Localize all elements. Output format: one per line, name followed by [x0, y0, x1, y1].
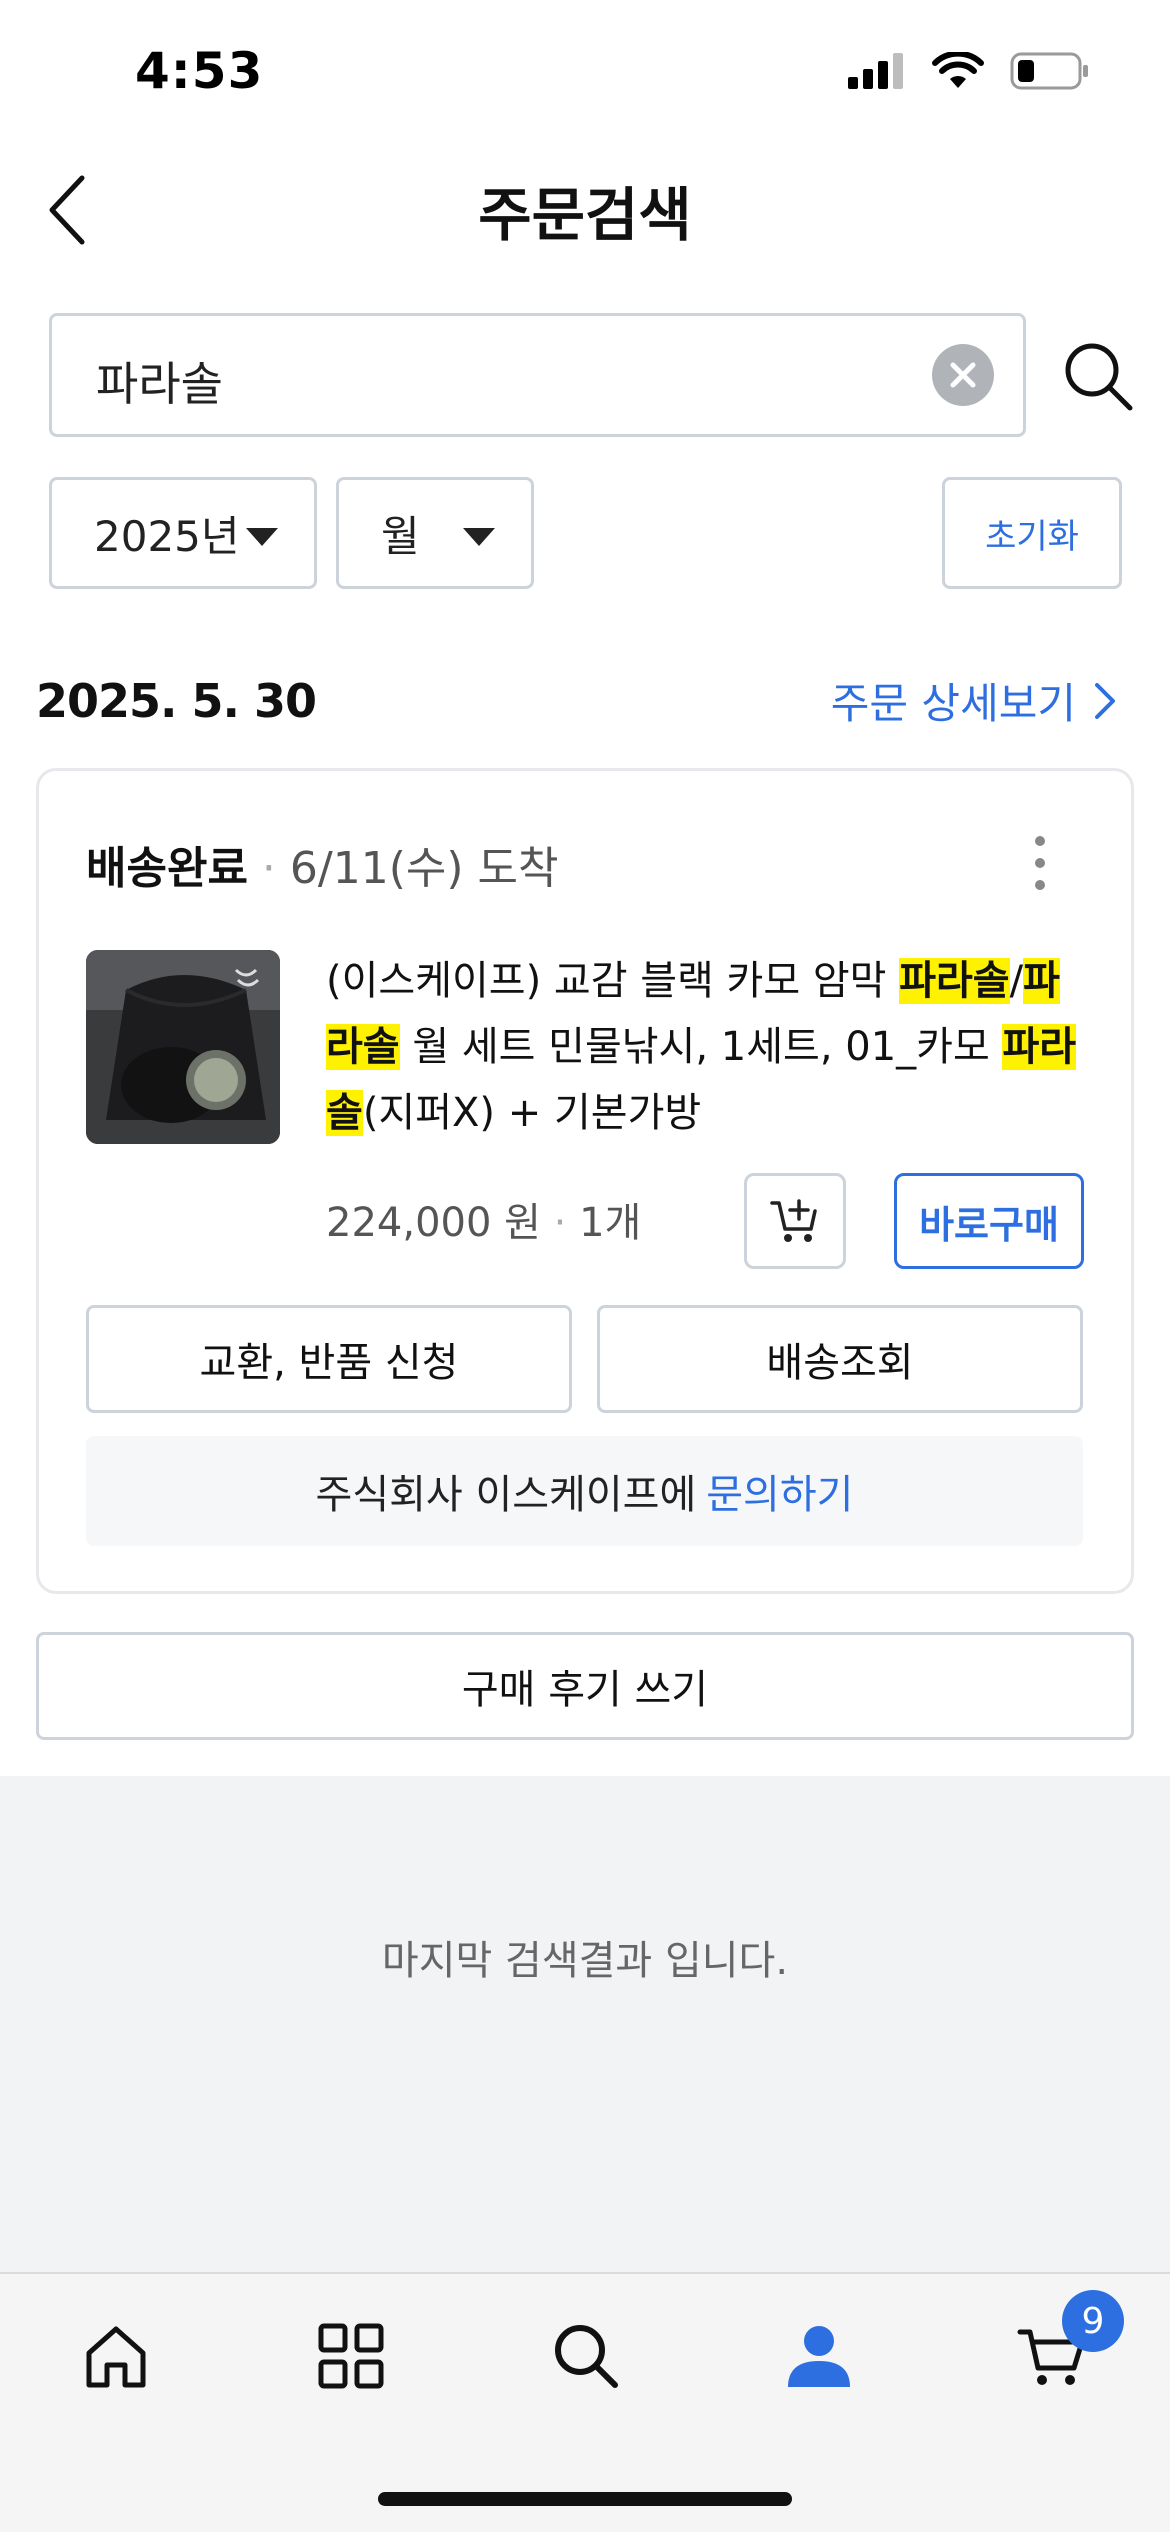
product-thumbnail[interactable]	[86, 950, 280, 1144]
buy-now-button[interactable]: 바로구매	[894, 1173, 1084, 1269]
inquiry-text: 주식회사 이스케이프에	[315, 1472, 697, 1518]
month-dropdown[interactable]: 월	[336, 477, 534, 589]
tab-search[interactable]	[546, 2316, 626, 2396]
end-of-results-message: 마지막 검색결과 입니다.	[381, 1938, 789, 1984]
year-dropdown[interactable]: 2025년	[49, 477, 317, 589]
caret-down-icon	[463, 528, 495, 546]
price-line: 224,000 원 · 1개	[326, 1190, 641, 1248]
status-time: 4:53	[135, 42, 264, 100]
search-icon	[555, 2325, 618, 2388]
separator-dot: ·	[261, 843, 276, 894]
add-to-cart-button[interactable]	[744, 1173, 846, 1269]
product-name-part: 월 세트 민물낚시, 1세트, 01_카모	[399, 1024, 1003, 1070]
close-icon	[950, 362, 976, 388]
exchange-return-button[interactable]: 교환, 반품 신청	[86, 1305, 572, 1413]
more-options-icon[interactable]	[1030, 836, 1050, 890]
grid-icon	[318, 2323, 384, 2389]
delivery-tracking-button[interactable]: 배송조회	[597, 1305, 1083, 1413]
cart-plus-icon	[770, 1199, 817, 1242]
write-review-button[interactable]: 구매 후기 쓰기	[36, 1632, 1134, 1740]
battery-icon	[1010, 52, 1088, 90]
product-name-part: /	[1009, 958, 1024, 1004]
order-date: 2025. 5. 30	[36, 674, 317, 728]
status-icons	[848, 52, 1090, 90]
tab-categories[interactable]	[311, 2316, 391, 2396]
month-value: 월	[381, 511, 420, 561]
product-quantity: 1개	[579, 1200, 642, 1246]
search-icon[interactable]	[1062, 340, 1134, 412]
seller-inquiry-box: 주식회사 이스케이프에 문의하기	[86, 1436, 1083, 1546]
chevron-right-icon	[1095, 682, 1115, 719]
product-name[interactable]: (이스케이프) 교감 블랙 카모 암막 파라솔/파라솔 월 세트 민물낚시, 1…	[326, 948, 1096, 1146]
clear-search-button[interactable]	[932, 344, 994, 406]
order-detail-link[interactable]: 주문 상세보기	[831, 670, 1116, 731]
arrival-date: 6/11(수) 도착	[289, 843, 559, 894]
product-name-highlight: 파라솔	[899, 958, 1010, 1004]
year-value: 2025년	[94, 511, 240, 561]
product-price: 224,000 원	[326, 1200, 541, 1246]
delivery-status-line: 배송완료 · 6/11(수) 도착	[86, 832, 559, 896]
product-name-part: (지퍼X) + 기본가방	[362, 1090, 702, 1136]
inquiry-link[interactable]: 문의하기	[706, 1462, 853, 1520]
parasol-tent-image	[86, 950, 280, 1144]
tab-home[interactable]	[76, 2316, 156, 2396]
delivery-status: 배송완료	[86, 843, 248, 894]
user-icon	[788, 2326, 850, 2387]
order-detail-label: 주문 상세보기	[830, 679, 1076, 728]
separator-dot: ·	[553, 1200, 567, 1246]
caret-down-icon	[246, 528, 278, 546]
cellular-signal-icon	[848, 53, 903, 89]
product-name-part: (이스케이프) 교감 블랙 카모 암막	[326, 958, 900, 1004]
home-indicator[interactable]	[378, 2492, 792, 2506]
reset-button[interactable]: 초기화	[942, 477, 1122, 589]
search-query-text[interactable]: 파라솔	[96, 348, 223, 414]
wifi-icon	[932, 52, 984, 88]
cart-count-badge: 9	[1062, 2290, 1124, 2352]
page-title: 주문검색	[478, 181, 692, 249]
home-icon	[86, 2326, 146, 2388]
tab-my[interactable]	[779, 2316, 859, 2396]
